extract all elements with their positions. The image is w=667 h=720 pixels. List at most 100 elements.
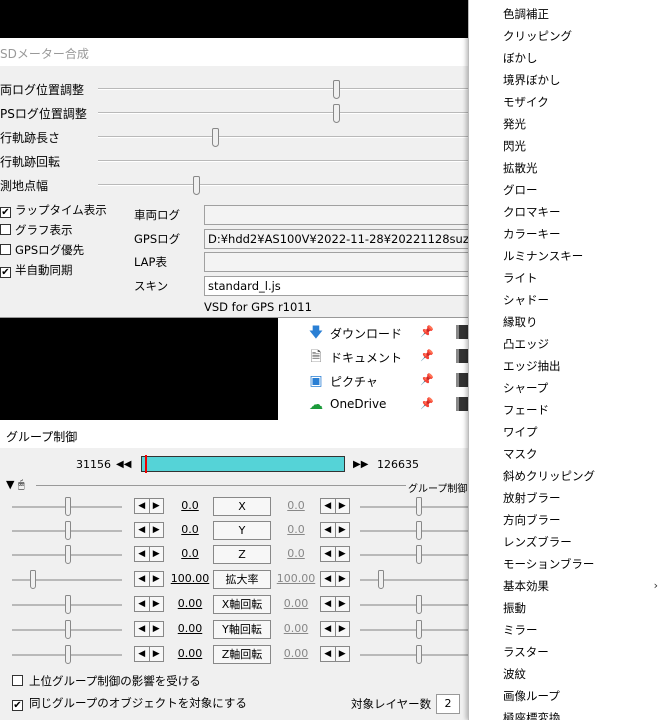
- menu-item[interactable]: シャープ: [469, 377, 667, 399]
- vehicle-log-field[interactable]: [204, 205, 470, 225]
- checkbox-box[interactable]: [0, 244, 11, 255]
- slider-thumb[interactable]: [333, 80, 340, 99]
- end-slider-track[interactable]: [360, 604, 470, 606]
- end-slider-track[interactable]: [360, 554, 470, 556]
- checkbox-box[interactable]: ✔: [0, 267, 11, 278]
- start-slider-track[interactable]: [12, 579, 122, 581]
- gps-log-field[interactable]: D:¥hdd2¥AS100V¥2022-11-28¥20221128suzuka…: [204, 229, 470, 249]
- start-value[interactable]: 0.0: [170, 547, 210, 560]
- end-arrow-buttons[interactable]: ◀ ▶: [320, 522, 350, 538]
- start-slider-thumb[interactable]: [65, 521, 71, 540]
- param-name-button[interactable]: Z軸回転: [213, 645, 271, 664]
- menu-item[interactable]: ルミナンスキー: [469, 245, 667, 267]
- explorer-item-documents[interactable]: 🗎 ドキュメント 📌: [308, 346, 468, 368]
- explorer-item-downloads[interactable]: 🡇 ダウンロード 📌: [308, 322, 468, 344]
- checkbox-box[interactable]: ✔: [0, 207, 11, 218]
- end-slider-thumb[interactable]: [416, 620, 422, 639]
- start-slider-thumb[interactable]: [65, 497, 71, 516]
- end-arrow-buttons[interactable]: ◀ ▶: [320, 498, 350, 514]
- start-slider-thumb[interactable]: [65, 545, 71, 564]
- menu-item[interactable]: フェード: [469, 399, 667, 421]
- menu-item[interactable]: マスク: [469, 443, 667, 465]
- end-slider-track[interactable]: [360, 629, 470, 631]
- lap-time-checkbox[interactable]: ✔ ラップタイム表示: [0, 202, 107, 218]
- timeline-marker[interactable]: [145, 455, 147, 473]
- menu-item[interactable]: グロー: [469, 179, 667, 201]
- slider-thumb[interactable]: [193, 176, 200, 195]
- rewind-icon[interactable]: ◀◀: [116, 457, 131, 472]
- menu-item[interactable]: エッジ抽出: [469, 355, 667, 377]
- start-value[interactable]: 0.0: [170, 523, 210, 536]
- end-slider-track[interactable]: [360, 506, 470, 508]
- end-arrow-buttons[interactable]: ◀ ▶: [320, 646, 350, 662]
- menu-item[interactable]: 方向ブラー: [469, 509, 667, 531]
- menu-item[interactable]: レンズブラー: [469, 531, 667, 553]
- end-slider-track[interactable]: [360, 530, 470, 532]
- menu-item[interactable]: 拡散光: [469, 157, 667, 179]
- slider-thumb[interactable]: [333, 104, 340, 123]
- menu-item[interactable]: 発光: [469, 113, 667, 135]
- end-slider-thumb[interactable]: [416, 645, 422, 664]
- end-slider-thumb[interactable]: [416, 521, 422, 540]
- semi-auto-sync-checkbox[interactable]: ✔ 半自動同期: [0, 262, 73, 278]
- end-arrow-buttons[interactable]: ◀ ▶: [320, 546, 350, 562]
- start-value[interactable]: 100.00: [170, 572, 210, 585]
- menu-item[interactable]: ライト: [469, 267, 667, 289]
- end-arrow-buttons[interactable]: ◀ ▶: [320, 621, 350, 637]
- param-name-button[interactable]: X軸回転: [213, 595, 271, 614]
- menu-item[interactable]: ラスター: [469, 641, 667, 663]
- slider-track[interactable]: [98, 160, 470, 162]
- start-arrow-buttons[interactable]: ◀ ▶: [134, 571, 164, 587]
- menu-item[interactable]: 画像ループ: [469, 685, 667, 707]
- checkbox-box[interactable]: ✔: [12, 700, 23, 711]
- explorer-item-onedrive[interactable]: ☁ OneDrive 📌: [308, 394, 468, 416]
- menu-item[interactable]: カラーキー: [469, 223, 667, 245]
- start-value[interactable]: 0.00: [170, 597, 210, 610]
- start-arrow-buttons[interactable]: ◀ ▶: [134, 596, 164, 612]
- param-name-button[interactable]: Y: [213, 521, 271, 540]
- slider-track[interactable]: [98, 112, 470, 114]
- menu-item-basic-effects[interactable]: 基本効果 ›: [469, 575, 667, 597]
- menu-item[interactable]: モザイク: [469, 91, 667, 113]
- same-group-checkbox[interactable]: ✔ 同じグループのオブジェクトを対象にする: [12, 695, 247, 711]
- menu-item[interactable]: 波紋: [469, 663, 667, 685]
- explorer-item-pictures[interactable]: ▣ ピクチャ 📌: [308, 370, 468, 392]
- graph-checkbox[interactable]: グラフ表示: [0, 222, 73, 238]
- end-value[interactable]: 0.00: [276, 647, 316, 660]
- menu-item[interactable]: 縁取り: [469, 311, 667, 333]
- end-slider-track[interactable]: [360, 654, 470, 656]
- end-slider-thumb[interactable]: [416, 595, 422, 614]
- checkbox-box[interactable]: [12, 675, 23, 686]
- start-arrow-buttons[interactable]: ◀ ▶: [134, 498, 164, 514]
- timeline-range-bar[interactable]: [141, 455, 345, 473]
- fast-forward-icon[interactable]: ▶▶: [353, 457, 368, 472]
- slider-track[interactable]: [98, 184, 470, 186]
- lap-table-field[interactable]: [204, 252, 470, 272]
- param-name-button[interactable]: 拡大率: [213, 570, 271, 589]
- param-name-button[interactable]: Y軸回転: [213, 620, 271, 639]
- checkbox-box[interactable]: [0, 224, 11, 235]
- end-value[interactable]: 0.00: [276, 622, 316, 635]
- menu-item[interactable]: モーションブラー: [469, 553, 667, 575]
- end-value[interactable]: 0.0: [276, 523, 316, 536]
- start-slider-thumb[interactable]: [65, 595, 71, 614]
- start-slider-thumb[interactable]: [30, 570, 36, 589]
- menu-item[interactable]: 境界ぼかし: [469, 69, 667, 91]
- start-value[interactable]: 0.00: [170, 622, 210, 635]
- menu-item[interactable]: シャドー: [469, 289, 667, 311]
- start-arrow-buttons[interactable]: ◀ ▶: [134, 546, 164, 562]
- end-value[interactable]: 0.00: [276, 597, 316, 610]
- end-value[interactable]: 0.0: [276, 499, 316, 512]
- parent-group-checkbox[interactable]: 上位グループ制御の影響を受ける: [12, 673, 201, 689]
- end-arrow-buttons[interactable]: ◀ ▶: [320, 596, 350, 612]
- end-slider-thumb[interactable]: [416, 545, 422, 564]
- menu-item[interactable]: 振動: [469, 597, 667, 619]
- start-arrow-buttons[interactable]: ◀ ▶: [134, 646, 164, 662]
- end-value[interactable]: 0.0: [276, 547, 316, 560]
- menu-item[interactable]: クロマキー: [469, 201, 667, 223]
- param-name-button[interactable]: X: [213, 497, 271, 516]
- start-slider-thumb[interactable]: [65, 645, 71, 664]
- menu-item[interactable]: クリッピング: [469, 25, 667, 47]
- end-slider-thumb[interactable]: [378, 570, 384, 589]
- menu-item[interactable]: ワイプ: [469, 421, 667, 443]
